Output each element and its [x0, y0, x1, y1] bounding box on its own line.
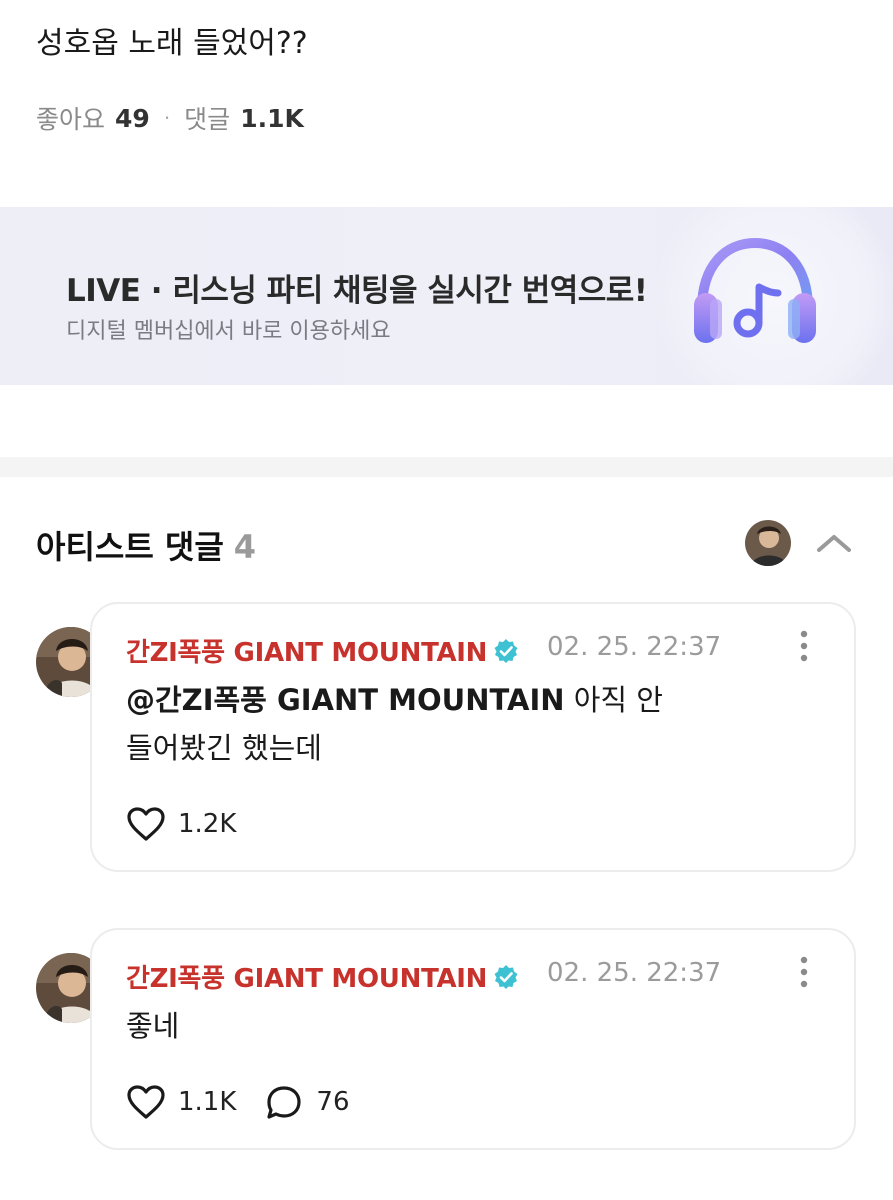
comment-card: 간ZI폭풍 GIANT MOUNTAIN 02. 25. 22:37 @간ZI폭…	[90, 602, 856, 872]
comments-count[interactable]: 1.1K	[240, 104, 304, 133]
comment-date: 02. 25. 22:37	[547, 958, 722, 988]
comment-text-line2: 들어봤긴 했는데	[126, 731, 322, 765]
author-name[interactable]: 간ZI폭풍 GIANT MOUNTAIN	[126, 958, 487, 995]
artist-avatar-small[interactable]	[745, 520, 791, 566]
like-count: 1.2K	[178, 809, 237, 839]
heart-icon[interactable]	[126, 1084, 166, 1120]
comment-body: 좋네	[126, 1009, 180, 1043]
comment-card: 간ZI폭풍 GIANT MOUNTAIN 02. 25. 22:37 좋네 1.…	[90, 928, 856, 1150]
likes-count[interactable]: 49	[115, 104, 150, 133]
comment-actions: 1.1K 76	[126, 1084, 350, 1120]
comment-date: 02. 25. 22:37	[547, 632, 722, 662]
heart-icon[interactable]	[126, 806, 166, 842]
verified-badge-icon	[494, 964, 518, 989]
artist-comments-title: 아티스트 댓글	[36, 528, 224, 566]
comment-actions: 1.2K	[126, 806, 236, 842]
banner-subtitle: 디지털 멤버십에서 바로 이용하세요	[66, 319, 391, 344]
promo-banner[interactable]: LIVE · 리스닝 파티 채팅을 실시간 번역으로! 디지털 멤버십에서 바로…	[0, 207, 893, 385]
mention-link[interactable]: @간ZI폭풍 GIANT MOUNTAIN	[126, 683, 565, 717]
author-name[interactable]: 간ZI폭풍 GIANT MOUNTAIN	[126, 632, 487, 669]
banner-title: LIVE · 리스닝 파티 채팅을 실시간 번역으로!	[66, 273, 648, 309]
reply-bubble-icon[interactable]	[264, 1084, 304, 1120]
comments-label: 댓글	[184, 105, 231, 134]
headphones-icon	[694, 237, 816, 343]
reply-count: 76	[316, 1087, 350, 1117]
section-divider	[0, 457, 893, 477]
post-meta: 좋아요 49 · 댓글 1.1K	[36, 100, 304, 136]
comment-author[interactable]: 간ZI폭풍 GIANT MOUNTAIN	[126, 632, 519, 669]
collapse-button[interactable]	[812, 523, 856, 563]
chevron-up-icon	[817, 535, 851, 552]
more-options-icon[interactable]	[792, 626, 816, 666]
comment-author[interactable]: 간ZI폭풍 GIANT MOUNTAIN	[126, 958, 519, 995]
artist-comments-header: 아티스트 댓글 4	[36, 522, 256, 568]
meta-separator: ·	[163, 106, 171, 130]
post-text: 성호옵 노래 들었어??	[36, 26, 308, 61]
likes-label: 좋아요	[36, 105, 106, 134]
artist-comments-count: 4	[233, 528, 257, 566]
like-count: 1.1K	[178, 1087, 237, 1117]
comment-body: @간ZI폭풍 GIANT MOUNTAIN 아직 안 들어봤긴 했는데	[126, 676, 663, 772]
more-options-icon[interactable]	[792, 952, 816, 992]
comment-text: 아직 안	[564, 683, 663, 717]
verified-badge-icon	[494, 638, 518, 663]
